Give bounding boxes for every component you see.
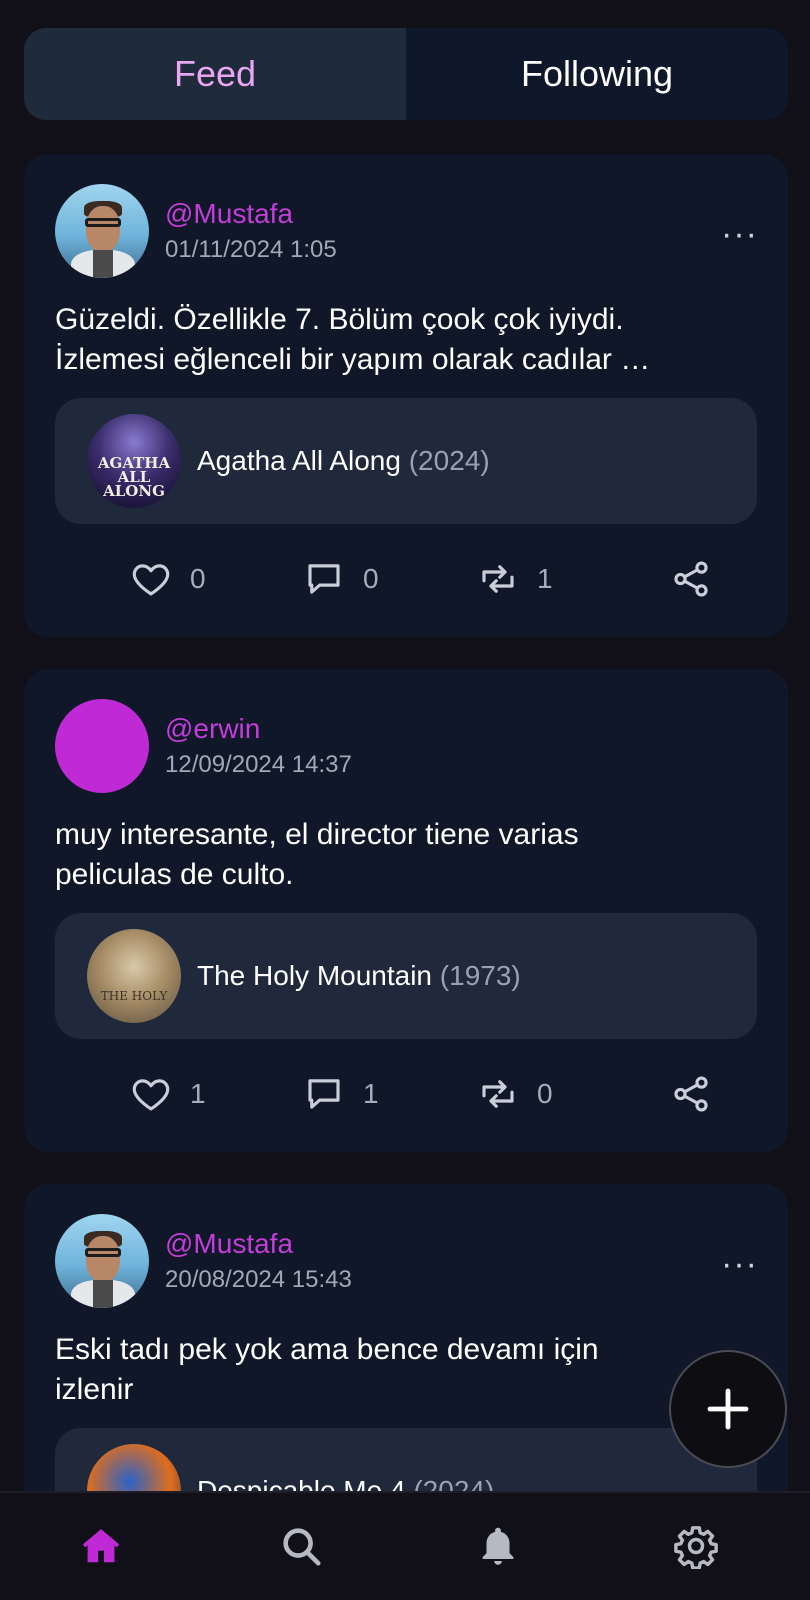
like-button[interactable]: 0: [130, 558, 206, 600]
post-header: @erwin 12/09/2024 14:37: [55, 699, 757, 793]
repost-button[interactable]: 1: [477, 558, 553, 600]
feed-tabs: Feed Following: [24, 28, 788, 120]
heart-icon: [132, 564, 170, 596]
movie-poster: THE HOLY: [87, 929, 181, 1023]
post-timestamp: 01/11/2024 1:05: [165, 236, 337, 263]
share-icon: [674, 561, 708, 597]
movie-year: (2024): [408, 445, 490, 476]
poster-lettering: AGATHA ALL ALONG: [97, 454, 171, 500]
username[interactable]: @Mustafa: [165, 197, 337, 231]
nav-search[interactable]: [278, 1523, 324, 1569]
post-actions: 0 0 1: [55, 524, 757, 634]
more-options-icon[interactable]: ···: [721, 217, 758, 251]
username[interactable]: @Mustafa: [165, 1227, 352, 1261]
share-button[interactable]: [670, 558, 712, 600]
post-card: @Mustafa 20/08/2024 15:43 ··· Eski tadı …: [24, 1184, 788, 1554]
movie-poster: AGATHA ALL ALONG: [87, 414, 181, 508]
poster-lettering: THE HOLY: [100, 989, 168, 1003]
bell-icon: [482, 1527, 514, 1565]
comment-icon: [308, 1079, 340, 1109]
search-icon: [283, 1528, 321, 1566]
nav-home[interactable]: [78, 1523, 124, 1569]
heart-icon: [132, 1079, 170, 1111]
post-text: muy interesante, el director tiene varia…: [55, 815, 757, 895]
bottom-navigation: [0, 1491, 810, 1600]
repost-button[interactable]: 0: [477, 1073, 553, 1115]
post-card: @erwin 12/09/2024 14:37 muy interesante,…: [24, 669, 788, 1152]
plus-icon: [707, 1388, 749, 1430]
movie-title: Agatha All Along: [197, 445, 401, 476]
movie-chip[interactable]: THE HOLY The Holy Mountain (1973): [55, 913, 757, 1039]
post-text-line: izlenir: [55, 1373, 134, 1406]
more-options-icon[interactable]: ···: [721, 1247, 758, 1281]
avatar[interactable]: [55, 1214, 149, 1308]
comment-icon: [308, 564, 340, 594]
comment-button[interactable]: 1: [303, 1073, 379, 1115]
comment-count: 0: [363, 563, 379, 594]
nav-notifications[interactable]: [475, 1523, 521, 1569]
post-text: Eski tadı pek yok ama bence devamı için …: [55, 1330, 757, 1410]
avatar[interactable]: [55, 699, 149, 793]
new-post-button[interactable]: [669, 1350, 787, 1468]
like-button[interactable]: 1: [130, 1073, 206, 1115]
post-text-line: Güzeldi. Özellikle 7. Bölüm çook çok iyi…: [55, 303, 624, 336]
post-text: Güzeldi. Özellikle 7. Bölüm çook çok iyi…: [55, 300, 757, 380]
comment-count: 1: [363, 1078, 379, 1109]
movie-year: (1973): [439, 960, 521, 991]
post-text-line: İzlemesi eğlenceli bir yapım olarak cadı…: [55, 343, 651, 376]
post-header: @Mustafa 20/08/2024 15:43: [55, 1214, 757, 1308]
tab-following[interactable]: Following: [406, 28, 788, 120]
gear-icon: [674, 1526, 718, 1570]
avatar[interactable]: [55, 184, 149, 278]
share-icon: [674, 1076, 708, 1112]
repost-icon: [482, 565, 514, 593]
username[interactable]: @erwin: [165, 712, 352, 746]
post-header: @Mustafa 01/11/2024 1:05: [55, 184, 757, 278]
share-button[interactable]: [670, 1073, 712, 1115]
movie-title: The Holy Mountain: [197, 960, 433, 991]
feed-list: @Mustafa 01/11/2024 1:05 ··· Güzeldi. Öz…: [24, 154, 788, 1554]
repost-count: 0: [537, 1078, 553, 1109]
post-text-line: muy interesante, el director tiene varia…: [55, 818, 579, 851]
post-text-line: Eski tadı pek yok ama bence devamı için: [55, 1333, 599, 1366]
like-count: 0: [190, 563, 206, 594]
post-text-line: peliculas de culto.: [55, 858, 294, 891]
post-timestamp: 20/08/2024 15:43: [165, 1266, 352, 1293]
post-timestamp: 12/09/2024 14:37: [165, 751, 352, 778]
post-card: @Mustafa 01/11/2024 1:05 ··· Güzeldi. Öz…: [24, 154, 788, 637]
post-actions: 1 1 0: [55, 1039, 757, 1149]
tab-feed[interactable]: Feed: [24, 28, 406, 120]
nav-settings[interactable]: [673, 1523, 719, 1570]
repost-icon: [482, 1080, 514, 1108]
repost-count: 1: [537, 563, 553, 594]
home-icon: [82, 1529, 120, 1563]
movie-chip[interactable]: AGATHA ALL ALONG Agatha All Along (2024): [55, 398, 757, 524]
comment-button[interactable]: 0: [303, 558, 379, 600]
like-count: 1: [190, 1078, 206, 1109]
